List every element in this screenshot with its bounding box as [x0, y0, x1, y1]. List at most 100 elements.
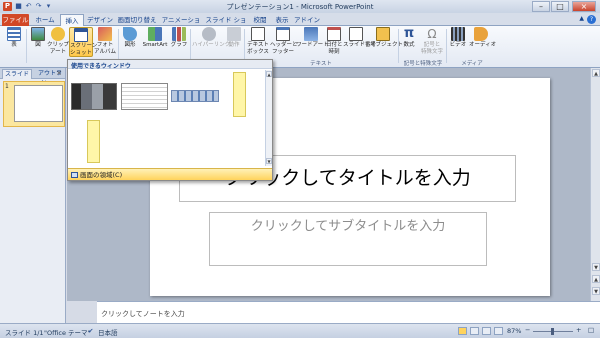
object-button[interactable]: オブジェクト [370, 27, 403, 57]
photo-album-button[interactable]: フォト アルバム [94, 27, 116, 57]
separator [190, 29, 191, 63]
notes-pane[interactable]: クリックしてノートを入力 [97, 301, 600, 323]
clipart-button[interactable]: クリップ アート [47, 27, 69, 57]
symbol-button[interactable]: Ω 記号と 特殊文字 [420, 27, 444, 57]
audio-button[interactable]: オーディオ [469, 27, 496, 57]
wordart-button[interactable]: ワードアート [296, 27, 329, 57]
tab-home[interactable]: ホーム [32, 14, 58, 26]
separator [446, 29, 447, 63]
ribbon-minimize-icon[interactable]: ▲ [579, 15, 584, 22]
title-bar: P ■ ↶ ↷ ▾ プレゼンテーション1 - Microsoft PowerPo… [0, 0, 600, 13]
previous-slide-icon[interactable]: ▲ [592, 275, 600, 283]
tab-animations[interactable]: アニメーション [160, 14, 202, 36]
photo-album-icon [98, 27, 112, 41]
smartart-button[interactable]: SmartArt [141, 27, 169, 57]
window-thumbnail-note[interactable] [233, 72, 246, 117]
dropdown-scrollbar[interactable]: ▲ ▼ [265, 70, 272, 166]
wordart-icon [304, 27, 318, 41]
tab-view[interactable]: 表示 [272, 14, 292, 26]
video-button[interactable]: ビデオ [449, 27, 467, 57]
slide-count: スライド 1/1 [5, 329, 44, 337]
scroll-up-icon[interactable]: ▲ [592, 69, 600, 77]
fit-to-window-icon[interactable]: □ [588, 326, 594, 334]
tab-slides[interactable]: スライド [2, 69, 32, 79]
hyperlink-button[interactable]: ハイパーリンク [192, 27, 230, 57]
slideshow-view-icon[interactable] [494, 327, 503, 335]
window-thumbnail-video[interactable] [71, 83, 117, 110]
zoom-percent[interactable]: 87% [507, 327, 521, 335]
zoom-slider-thumb[interactable] [551, 328, 554, 335]
proofing-icon[interactable]: ✔ [88, 327, 93, 335]
ribbon-tab-bar: ファイル ホーム 挿入 デザイン 画面切り替え アニメーション スライド ショー… [0, 13, 600, 36]
image-button[interactable]: 図 [30, 27, 46, 57]
picture-icon [31, 27, 45, 41]
subtitle-placeholder[interactable]: クリックしてサブタイトルを入力 [209, 212, 487, 266]
group-label-symbols: 記号と特殊文字 [403, 61, 443, 67]
table-button[interactable]: 表 [6, 27, 22, 57]
smartart-icon [148, 27, 162, 41]
close-pane-icon[interactable]: × [56, 69, 62, 77]
notes-placeholder[interactable]: クリックしてノートを入力 [101, 309, 185, 319]
minimize-button[interactable]: – [532, 1, 550, 12]
shapes-icon [123, 27, 137, 41]
tab-transitions[interactable]: 画面切り替え [117, 14, 157, 26]
tab-slideshow[interactable]: スライド ショー [204, 14, 248, 36]
screen-clipping-icon [71, 172, 78, 178]
action-icon [227, 27, 241, 41]
pane-tabs: スライド アウトライン × [0, 68, 65, 87]
separator [244, 29, 245, 63]
help-icon[interactable]: ? [587, 15, 596, 24]
slide-number-button[interactable]: スライド番号 [343, 27, 376, 57]
separator [118, 29, 119, 63]
hyperlink-icon [202, 27, 216, 41]
slide-sorter-icon[interactable] [470, 327, 479, 335]
tab-review[interactable]: 校閲 [250, 14, 270, 26]
equation-button[interactable]: π 数式 [401, 27, 417, 57]
available-windows-list [68, 70, 266, 166]
table-icon [7, 27, 21, 41]
chart-icon [172, 27, 186, 41]
tab-design[interactable]: デザイン [86, 14, 114, 26]
speaker-icon [474, 27, 488, 41]
pi-icon: π [403, 26, 415, 41]
slides-pane: スライド アウトライン × 1 [0, 68, 66, 323]
normal-view-icon[interactable] [458, 327, 467, 335]
status-bar: スライド 1/1 "Office テーマ" ✔ 日本語 87% − + □ [0, 323, 600, 338]
theme-name[interactable]: "Office テーマ" [44, 327, 91, 337]
language[interactable]: 日本語 [98, 327, 118, 337]
chart-button[interactable]: グラフ [170, 27, 188, 57]
omega-icon: Ω [427, 27, 437, 41]
separator [398, 29, 399, 63]
scroll-down-icon[interactable]: ▼ [592, 263, 600, 271]
zoom-in-icon[interactable]: + [576, 326, 581, 334]
next-slide-icon[interactable]: ▼ [592, 287, 600, 295]
dropdown-scroll-down-icon[interactable]: ▼ [266, 158, 272, 164]
textbox-button[interactable]: テキスト ボックス [246, 27, 270, 57]
shapes-button[interactable]: 図形 [121, 27, 139, 57]
dropdown-scroll-up-icon[interactable]: ▲ [266, 71, 272, 77]
datetime-button[interactable]: 日付と 時刻 [326, 27, 343, 57]
calendar-icon [327, 27, 341, 41]
window-thumbnail-note-2[interactable] [87, 120, 100, 163]
slide-thumbnail-selected[interactable]: 1 [3, 81, 65, 127]
vertical-scrollbar[interactable]: ▲ ▼ ▲ ▼ [590, 68, 600, 301]
slide-thumbnail[interactable] [14, 85, 63, 122]
tab-addins[interactable]: アドイン [294, 14, 320, 26]
screenshot-button[interactable]: スクリーン ショット [69, 27, 97, 57]
zoom-out-icon[interactable]: − [525, 326, 530, 334]
tab-file[interactable]: ファイル [2, 14, 29, 26]
action-button[interactable]: 動作 [226, 27, 242, 57]
window-title: プレゼンテーション1 - Microsoft PowerPoint [226, 3, 374, 11]
header-footer-button[interactable]: ヘッダーと フッター [270, 27, 298, 57]
available-windows-header: 使用できるウィンドウ [68, 60, 272, 70]
screen-clipping-button[interactable]: 画面の領域(C) [68, 168, 272, 180]
separator [26, 29, 27, 63]
group-label-media: メディア [461, 61, 483, 67]
window-thumbnail-browser[interactable] [121, 83, 168, 110]
close-button[interactable]: × [572, 1, 596, 12]
reading-view-icon[interactable] [482, 327, 491, 335]
maximize-button[interactable]: □ [551, 1, 569, 12]
slide-number-icon [349, 27, 363, 41]
tab-insert[interactable]: 挿入 [60, 14, 84, 26]
window-thumbnail-toolbar[interactable] [171, 90, 219, 102]
